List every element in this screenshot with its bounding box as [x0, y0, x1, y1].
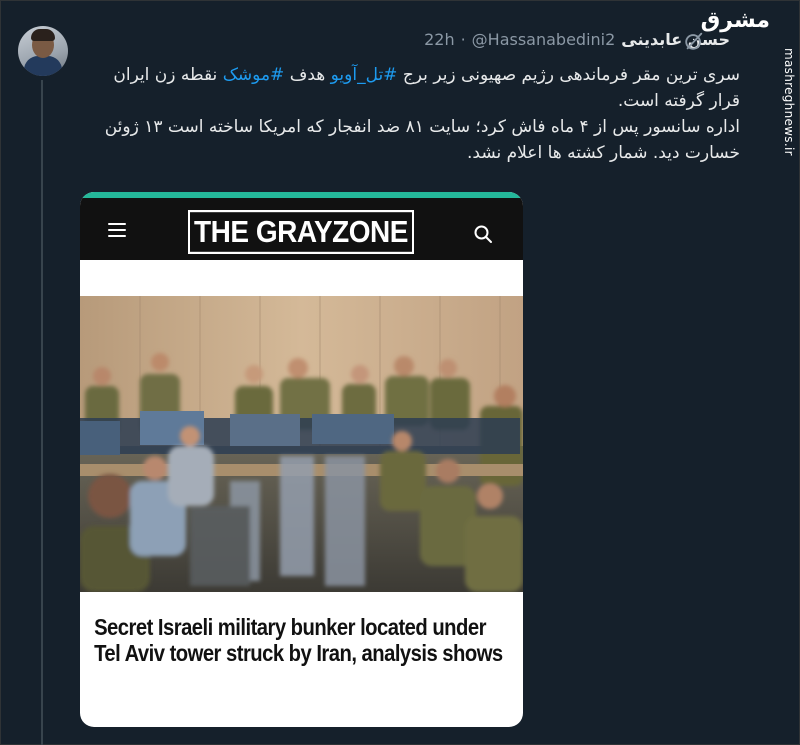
logo-text: مشرق: [700, 8, 770, 33]
card-site-header: THE GRAYZONE: [80, 198, 523, 260]
thread-line: [41, 80, 43, 745]
hashtag-missile[interactable]: #موشک: [223, 65, 285, 85]
grok-icon[interactable]: [683, 30, 705, 52]
link-card[interactable]: THE GRAYZONE Secret Israeli military bun…: [80, 192, 523, 727]
tweet-timestamp[interactable]: 22h: [424, 30, 455, 49]
watermark-site: mashreghnews.ir: [782, 48, 796, 156]
tweet-paragraph-2: اداره سانسور پس از ۴ ماه فاش کرد؛ سایت ۸…: [104, 117, 740, 163]
author-handle[interactable]: @Hassanabedini2: [472, 30, 616, 49]
tweet-text: سری ترین مقر فرماندهی رژیم صهیونی زیر بر…: [80, 62, 740, 166]
article-headline: Secret Israeli military bunker located u…: [94, 614, 503, 666]
mashregh-logo: مشرق: [701, 8, 770, 38]
hashtag-tel-aviv[interactable]: #تل_آویو: [331, 65, 398, 85]
separator-dot: ·: [460, 29, 466, 49]
menu-icon: [108, 223, 126, 237]
article-photo: [80, 296, 523, 592]
avatar[interactable]: [18, 26, 68, 76]
search-icon: [474, 225, 492, 243]
site-brand-logo: THE GRAYZONE: [188, 210, 414, 254]
tweet-paragraph-1: سری ترین مقر فرماندهی رژیم صهیونی زیر بر…: [113, 65, 740, 111]
